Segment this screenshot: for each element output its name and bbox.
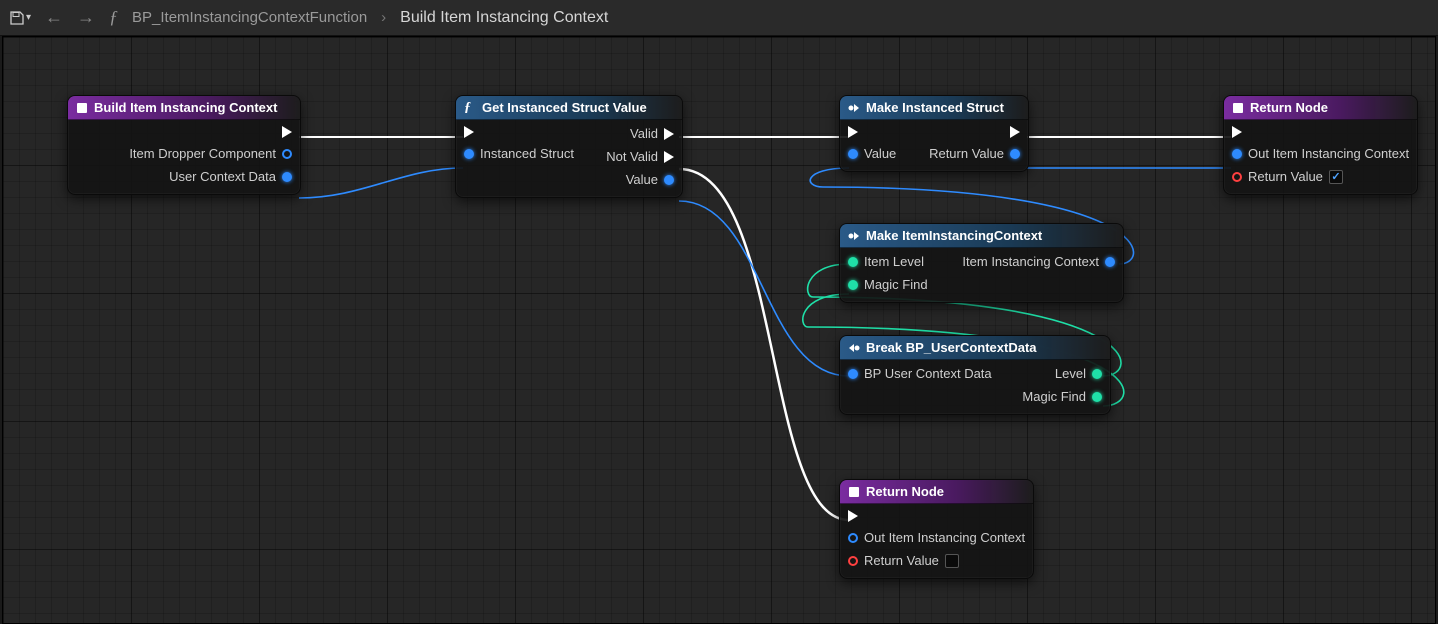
pin-value-in[interactable]: Value — [848, 146, 896, 161]
return-icon — [1232, 102, 1244, 114]
pin-return-value[interactable]: Return Value — [1232, 169, 1409, 184]
return-checkbox-checked[interactable] — [1329, 170, 1343, 184]
breadcrumb-current: Build Item Instancing Context — [400, 9, 608, 27]
toolbar: ▾ ← → ƒ BP_ItemInstancingContextFunction… — [0, 0, 1438, 36]
pin-label: Return Value — [1248, 169, 1323, 184]
node-title-label: Make Instanced Struct — [866, 100, 1004, 115]
pin-magic-find[interactable]: Magic Find — [848, 277, 928, 292]
pin-label: Not Valid — [606, 149, 658, 164]
node-title: Return Node — [840, 480, 1033, 504]
return-icon — [848, 486, 860, 498]
pin-exec-in[interactable] — [848, 126, 896, 138]
node-title-label: Get Instanced Struct Value — [482, 100, 647, 115]
pin-label: Value — [626, 172, 658, 187]
node-make-item-instancing-context[interactable]: Make ItemInstancingContext Item Level Ma… — [839, 223, 1124, 303]
pin-exec-out[interactable] — [929, 126, 1020, 138]
pin-label: Valid — [630, 126, 658, 141]
pin-item-instancing-context[interactable]: Item Instancing Context — [962, 254, 1115, 269]
pin-return-value[interactable]: Return Value — [848, 553, 1025, 568]
pin-exec-out[interactable] — [129, 126, 292, 138]
pin-return-value[interactable]: Return Value — [929, 146, 1020, 161]
pin-value[interactable]: Value — [606, 172, 674, 187]
node-title-label: Make ItemInstancingContext — [866, 228, 1042, 243]
pin-label: User Context Data — [169, 169, 276, 184]
pin-instanced-struct[interactable]: Instanced Struct — [464, 146, 574, 161]
struct-icon — [848, 102, 860, 114]
pin-exec-in[interactable] — [848, 510, 1025, 522]
pin-label: Item Instancing Context — [962, 254, 1099, 269]
node-return-2[interactable]: Return Node Out Item Instancing Context … — [839, 479, 1034, 579]
pin-not-valid[interactable]: Not Valid — [606, 149, 674, 164]
node-title-label: Break BP_UserContextData — [866, 340, 1037, 355]
pin-out-context[interactable]: Out Item Instancing Context — [1232, 146, 1409, 161]
node-title-label: Return Node — [866, 484, 944, 499]
node-title: Make ItemInstancingContext — [840, 224, 1123, 248]
pin-label: Instanced Struct — [480, 146, 574, 161]
nav-forward-button[interactable]: → — [77, 7, 95, 28]
function-icon: ƒ — [464, 102, 476, 114]
breadcrumb-parent[interactable]: BP_ItemInstancingContextFunction — [132, 9, 367, 26]
node-title: Return Node — [1224, 96, 1417, 120]
event-icon — [76, 102, 88, 114]
return-checkbox[interactable] — [945, 554, 959, 568]
pin-valid[interactable]: Valid — [606, 126, 674, 141]
save-button[interactable]: ▾ — [10, 11, 31, 25]
graph-canvas[interactable]: Build Item Instancing Context Item Dropp… — [2, 36, 1436, 624]
pin-label: BP User Context Data — [864, 366, 992, 381]
pin-label: Level — [1055, 366, 1086, 381]
pin-label: Item Level — [864, 254, 924, 269]
pin-label: Out Item Instancing Context — [1248, 146, 1409, 161]
pin-exec-in[interactable] — [464, 126, 574, 138]
node-title: Make Instanced Struct — [840, 96, 1028, 120]
pin-label: Value — [864, 146, 896, 161]
node-title: Break BP_UserContextData — [840, 336, 1110, 360]
pin-item-dropper[interactable]: Item Dropper Component — [129, 146, 292, 161]
nav-back-button[interactable]: ← — [45, 7, 63, 28]
pin-out-context[interactable]: Out Item Instancing Context — [848, 530, 1025, 545]
pin-level[interactable]: Level — [1022, 366, 1102, 381]
pin-label: Return Value — [929, 146, 1004, 161]
node-get-instanced-struct-value[interactable]: ƒ Get Instanced Struct Value Instanced S… — [455, 95, 683, 198]
break-icon — [848, 342, 860, 354]
pin-label: Out Item Instancing Context — [864, 530, 1025, 545]
node-return-1[interactable]: Return Node Out Item Instancing Context … — [1223, 95, 1418, 195]
pin-label: Magic Find — [864, 277, 928, 292]
node-break-user-context[interactable]: Break BP_UserContextData BP User Context… — [839, 335, 1111, 415]
pin-label: Item Dropper Component — [129, 146, 276, 161]
pin-label: Magic Find — [1022, 389, 1086, 404]
node-title-label: Return Node — [1250, 100, 1328, 115]
pin-user-context-data[interactable]: User Context Data — [129, 169, 292, 184]
node-title-label: Build Item Instancing Context — [94, 100, 277, 115]
pin-exec-in[interactable] — [1232, 126, 1409, 138]
pin-bp-user-context-data[interactable]: BP User Context Data — [848, 366, 992, 381]
node-title: Build Item Instancing Context — [68, 96, 300, 120]
pin-magic-find[interactable]: Magic Find — [1022, 389, 1102, 404]
node-make-instanced-struct[interactable]: Make Instanced Struct Value Return Value — [839, 95, 1029, 172]
struct-icon — [848, 230, 860, 242]
node-build-item-instancing-context[interactable]: Build Item Instancing Context Item Dropp… — [67, 95, 301, 195]
breadcrumb-separator: › — [381, 9, 386, 26]
node-title: ƒ Get Instanced Struct Value — [456, 96, 682, 120]
pin-item-level[interactable]: Item Level — [848, 254, 928, 269]
function-icon: ƒ — [109, 7, 118, 28]
pin-label: Return Value — [864, 553, 939, 568]
